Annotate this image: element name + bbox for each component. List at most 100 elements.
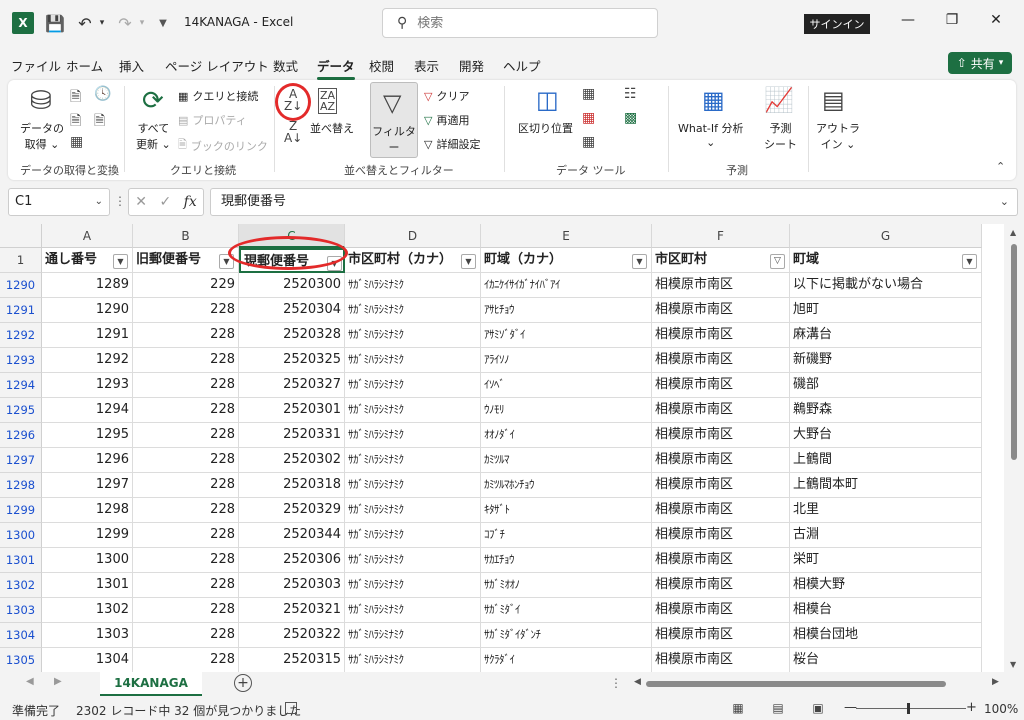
- cell-b[interactable]: 228: [133, 498, 239, 523]
- filter-dropdown-icon[interactable]: ▼: [113, 254, 128, 269]
- normal-view-icon[interactable]: ▦: [730, 701, 746, 715]
- cell-e[interactable]: ｱｻﾐｿﾞﾀﾞｲ: [481, 323, 652, 348]
- customize-qat-icon[interactable]: ▼: [152, 12, 174, 34]
- cell-g[interactable]: 磯部: [790, 373, 982, 398]
- cell-d[interactable]: ｻｶﾞﾐﾊﾗｼﾐﾅﾐｸ: [345, 423, 481, 448]
- zoom-slider[interactable]: [856, 708, 966, 709]
- cell-f[interactable]: 相模原市南区: [652, 273, 790, 298]
- page-layout-view-icon[interactable]: ▤: [770, 701, 786, 715]
- cell-c[interactable]: 2520315: [239, 648, 345, 672]
- column-header-g[interactable]: G: [790, 224, 982, 248]
- cell-d[interactable]: ｻｶﾞﾐﾊﾗｼﾐﾅﾐｸ: [345, 323, 481, 348]
- row-header[interactable]: 1292: [0, 323, 42, 348]
- cell-a[interactable]: 1293: [42, 373, 133, 398]
- forecast-sheet-button[interactable]: 予測 シート: [764, 120, 797, 152]
- formula-input[interactable]: 現郵便番号 ⌄: [210, 188, 1018, 216]
- cell-g[interactable]: 以下に掲載がない場合: [790, 273, 982, 298]
- cell-a[interactable]: 1302: [42, 598, 133, 623]
- tab-help[interactable]: ヘルプ: [503, 56, 541, 75]
- cell-e[interactable]: ｺﾌﾞﾁ: [481, 523, 652, 548]
- row-header[interactable]: 1295: [0, 398, 42, 423]
- row-header[interactable]: 1300: [0, 523, 42, 548]
- cell-c[interactable]: 2520344: [239, 523, 345, 548]
- row-header[interactable]: 1296: [0, 423, 42, 448]
- cell-d[interactable]: ｻｶﾞﾐﾊﾗｼﾐﾅﾐｸ: [345, 523, 481, 548]
- cell-f[interactable]: 相模原市南区: [652, 573, 790, 598]
- cell-a[interactable]: 1303: [42, 623, 133, 648]
- cell-b[interactable]: 228: [133, 598, 239, 623]
- cell-g[interactable]: 鵜野森: [790, 398, 982, 423]
- cell-g[interactable]: 栄町: [790, 548, 982, 573]
- vertical-scrollbar[interactable]: ▲ ▼: [1004, 224, 1024, 672]
- cell-c[interactable]: 2520300: [239, 273, 345, 298]
- cell-c[interactable]: 2520331: [239, 423, 345, 448]
- horizontal-scroll-thumb[interactable]: [646, 681, 946, 687]
- cell-d[interactable]: ｻｶﾞﾐﾊﾗｼﾐﾅﾐｸ: [345, 498, 481, 523]
- add-sheet-icon[interactable]: +: [234, 674, 252, 692]
- from-web-icon[interactable]: 🗎: [70, 110, 81, 134]
- scroll-down-icon[interactable]: ▼: [1010, 660, 1016, 669]
- cell-a[interactable]: 1290: [42, 298, 133, 323]
- cell-f[interactable]: 相模原市南区: [652, 423, 790, 448]
- cell-a[interactable]: 1295: [42, 423, 133, 448]
- cell-g[interactable]: 新磯野: [790, 348, 982, 373]
- cell-f[interactable]: 相模原市南区: [652, 598, 790, 623]
- sort-z-to-a-icon[interactable]: Z A↓: [284, 120, 302, 144]
- cell-g[interactable]: 麻溝台: [790, 323, 982, 348]
- cell-e[interactable]: ｻｶﾞﾐﾀﾞｲ: [481, 598, 652, 623]
- clear-filter-button[interactable]: ▽ クリア: [424, 88, 469, 104]
- cell-e[interactable]: ｻｶﾞﾐｵｵﾉ: [481, 573, 652, 598]
- outline-button[interactable]: アウトラ イン ⌄: [816, 120, 860, 152]
- cell-b[interactable]: 228: [133, 548, 239, 573]
- sheet-prev-icon[interactable]: ◀: [26, 676, 34, 687]
- filter-dropdown-icon[interactable]: ▼: [962, 254, 977, 269]
- cell-b[interactable]: 228: [133, 398, 239, 423]
- cell-a[interactable]: 1300: [42, 548, 133, 573]
- cell-f[interactable]: 相模原市南区: [652, 623, 790, 648]
- zoom-level[interactable]: 100%: [984, 702, 1018, 716]
- sort-button[interactable]: 並べ替え: [310, 120, 354, 136]
- insert-function-icon[interactable]: fx: [184, 194, 197, 210]
- header-cell-a[interactable]: 通し番号 ▼: [42, 248, 133, 273]
- cell-a[interactable]: 1297: [42, 473, 133, 498]
- cell-c[interactable]: 2520327: [239, 373, 345, 398]
- cell-a[interactable]: 1294: [42, 398, 133, 423]
- text-to-columns-button[interactable]: 区切り位置: [518, 120, 573, 136]
- restore-icon[interactable]: ❐: [940, 12, 964, 36]
- save-icon[interactable]: 💾: [44, 12, 66, 34]
- cell-b[interactable]: 228: [133, 423, 239, 448]
- cell-d[interactable]: ｻｶﾞﾐﾊﾗｼﾐﾅﾐｸ: [345, 398, 481, 423]
- header-cell-g[interactable]: 町域 ▼: [790, 248, 982, 273]
- search-box[interactable]: ⚲: [382, 8, 658, 38]
- what-if-button[interactable]: What-If 分析 ⌄: [678, 120, 743, 149]
- header-cell-e[interactable]: 町域（カナ） ▼: [481, 248, 652, 273]
- cell-c[interactable]: 2520304: [239, 298, 345, 323]
- cell-b[interactable]: 228: [133, 298, 239, 323]
- cell-d[interactable]: ｻｶﾞﾐﾊﾗｼﾐﾅﾐｸ: [345, 623, 481, 648]
- cell-c[interactable]: 2520302: [239, 448, 345, 473]
- tab-formulas[interactable]: 数式: [273, 56, 298, 75]
- cell-c[interactable]: 2520306: [239, 548, 345, 573]
- cell-d[interactable]: ｻｶﾞﾐﾊﾗｼﾐﾅﾐｸ: [345, 348, 481, 373]
- name-box[interactable]: C1 ⌄: [8, 188, 110, 216]
- column-header-a[interactable]: A: [42, 224, 133, 248]
- cell-e[interactable]: ｻｸﾗﾀﾞｲ: [481, 648, 652, 672]
- cell-d[interactable]: ｻｶﾞﾐﾊﾗｼﾐﾅﾐｸ: [345, 473, 481, 498]
- advanced-filter-button[interactable]: ▽ 詳細設定: [424, 136, 480, 152]
- cell-b[interactable]: 228: [133, 523, 239, 548]
- share-button[interactable]: ⇧ 共有 ▾: [948, 52, 1012, 74]
- cell-c[interactable]: 2520321: [239, 598, 345, 623]
- filter-dropdown-icon[interactable]: ▼: [632, 254, 647, 269]
- worksheet-grid[interactable]: A B C D E F G 1 通し番号 ▼ 旧郵便番号 ▼ 現郵便番号 ▼ 市区町村（カナ） ▼ 町域（カナ）…: [0, 224, 1024, 672]
- undo-icon[interactable]: ↶: [74, 12, 96, 34]
- close-icon[interactable]: ✕: [984, 12, 1008, 36]
- sheet-next-icon[interactable]: ▶: [54, 676, 62, 687]
- filter-button[interactable]: ▽ フィルター: [370, 82, 418, 158]
- data-validation-icon[interactable]: ▦: [582, 134, 595, 150]
- tab-page-layout[interactable]: ページ レイアウト: [165, 56, 269, 75]
- accessibility-icon[interactable]: [285, 702, 297, 714]
- cell-d[interactable]: ｻｶﾞﾐﾊﾗｼﾐﾅﾐｸ: [345, 648, 481, 672]
- cell-g[interactable]: 大野台: [790, 423, 982, 448]
- row-header[interactable]: 1298: [0, 473, 42, 498]
- undo-dropdown-icon[interactable]: ▾: [96, 12, 108, 34]
